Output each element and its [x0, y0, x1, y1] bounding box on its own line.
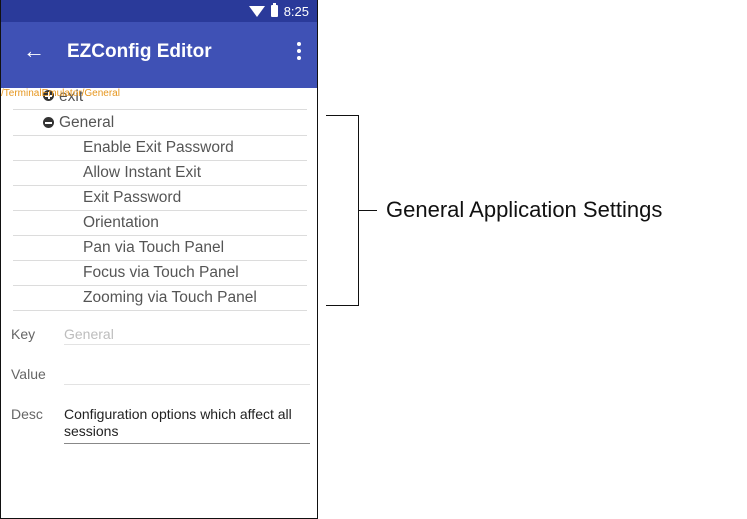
- key-field[interactable]: General: [64, 326, 310, 342]
- wifi-icon: [248, 5, 265, 17]
- status-bar: 8:25: [1, 0, 317, 22]
- bracket-bottom-line: [326, 305, 359, 306]
- arrow-left-icon[interactable]: ←: [23, 40, 45, 62]
- collapse-icon: [43, 117, 54, 128]
- battery-icon: [270, 3, 278, 17]
- tree-child-label: Exit Password: [83, 189, 182, 206]
- desc-field[interactable]: Configuration options which affect all s…: [64, 406, 308, 440]
- overflow-menu-icon[interactable]: [291, 42, 307, 64]
- tree-item-focus-via-touch-panel[interactable]: Focus via Touch Panel: [13, 261, 307, 286]
- tree-child-label: Allow Instant Exit: [83, 164, 202, 181]
- tree-item-enable-exit-password[interactable]: Enable Exit Password: [13, 136, 307, 161]
- key-underline: [64, 344, 310, 345]
- tree-item-allow-instant-exit[interactable]: Allow Instant Exit: [13, 161, 307, 186]
- value-underline: [64, 384, 310, 385]
- app-bar: ← EZConfig Editor: [1, 22, 317, 88]
- tree-child-label: Focus via Touch Panel: [83, 264, 239, 281]
- callout-label: General Application Settings: [386, 197, 663, 222]
- tree-child-label: Orientation: [83, 214, 159, 231]
- path-breadcrumb: /TerminalEmulator/General: [1, 88, 120, 99]
- tree-item-orientation[interactable]: Orientation: [13, 211, 307, 236]
- tree-item-exit-password[interactable]: Exit Password: [13, 186, 307, 211]
- desc-label: Desc: [11, 406, 43, 422]
- phone-screen: 8:25 ← EZConfig Editor /TerminalEmulator…: [0, 0, 318, 519]
- key-label: Key: [11, 326, 36, 342]
- app-title: EZConfig Editor: [67, 41, 212, 62]
- tree-item-label: General: [59, 114, 115, 131]
- tree-child-label: Enable Exit Password: [83, 139, 234, 156]
- tree-item-zooming-via-touch-panel[interactable]: Zooming via Touch Panel: [13, 286, 307, 311]
- tree-child-label: Zooming via Touch Panel: [83, 289, 257, 306]
- bracket-top-line: [326, 115, 359, 116]
- status-time: 8:25: [283, 3, 309, 19]
- value-label: Value: [11, 366, 46, 382]
- bracket-pointer-line: [359, 210, 377, 211]
- tree-item-general[interactable]: General: [13, 111, 307, 136]
- tree-item-pan-via-touch-panel[interactable]: Pan via Touch Panel: [13, 236, 307, 261]
- desc-underline: [64, 443, 310, 444]
- tree-child-label: Pan via Touch Panel: [83, 239, 225, 256]
